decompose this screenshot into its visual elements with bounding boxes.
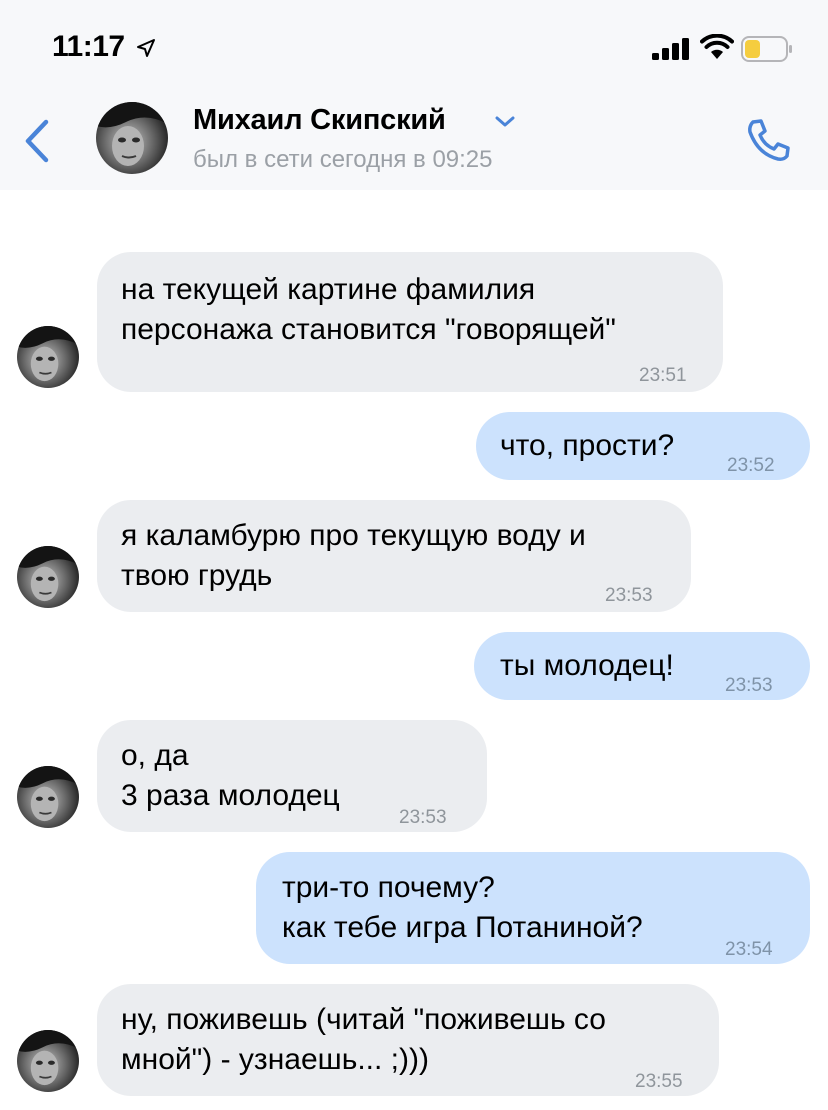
message-bubble-incoming[interactable]: ну, поживешь (читай "поживешь со мной") … [97,984,719,1096]
message-time: 23:53 [399,807,447,828]
message-text: о, да 3 раза молодец [121,739,340,812]
wifi-icon [700,34,734,59]
location-arrow-icon [137,39,155,57]
message-time: 23:55 [635,1071,683,1092]
last-seen-status: был в сети сегодня в 09:25 [193,146,493,173]
message-time: 23:51 [639,365,687,386]
message-text: три-то почему? как тебе игра Потаниной? [282,871,643,944]
message-time: 23:54 [725,939,773,960]
message-bubble-outgoing[interactable]: ты молодец! 23:53 [474,632,810,700]
message-bubble-incoming[interactable]: о, да 3 раза молодец 23:53 [97,720,487,832]
sender-avatar[interactable] [17,1030,79,1092]
message-text: я каламбурю про текущую воду и твою груд… [121,519,586,592]
chevron-down-icon[interactable] [494,114,516,130]
contact-avatar[interactable] [96,102,168,174]
sender-avatar[interactable] [17,766,79,828]
message-text: ты молодец! [500,649,674,682]
phone-icon[interactable] [744,116,792,164]
back-arrow-icon[interactable] [20,116,56,166]
contact-name[interactable]: Михаил Скипский [193,104,446,137]
signal-icon [652,38,689,60]
sender-avatar[interactable] [17,326,79,388]
status-bar: 11:17 [0,0,828,96]
message-text: ну, поживешь (читай "поживешь со мной") … [121,1003,606,1076]
message-bubble-outgoing[interactable]: три-то почему? как тебе игра Потаниной? … [256,852,810,964]
message-bubble-incoming[interactable]: я каламбурю про текущую воду и твою груд… [97,500,691,612]
message-text: что, прости? [500,429,675,462]
message-bubble-incoming[interactable]: на текущей картине фамилия персонажа ста… [97,252,723,392]
message-time: 23:52 [727,455,775,476]
sender-avatar[interactable] [17,546,79,608]
message-bubble-outgoing[interactable]: что, прости? 23:52 [476,412,810,480]
chat-header: Михаил Скипский был в сети сегодня в 09:… [0,96,828,190]
message-time: 23:53 [605,585,653,606]
message-time: 23:53 [725,675,773,696]
message-text: на текущей картине фамилия персонажа ста… [121,273,616,346]
battery-icon [741,36,792,62]
status-time: 11:17 [52,30,125,63]
